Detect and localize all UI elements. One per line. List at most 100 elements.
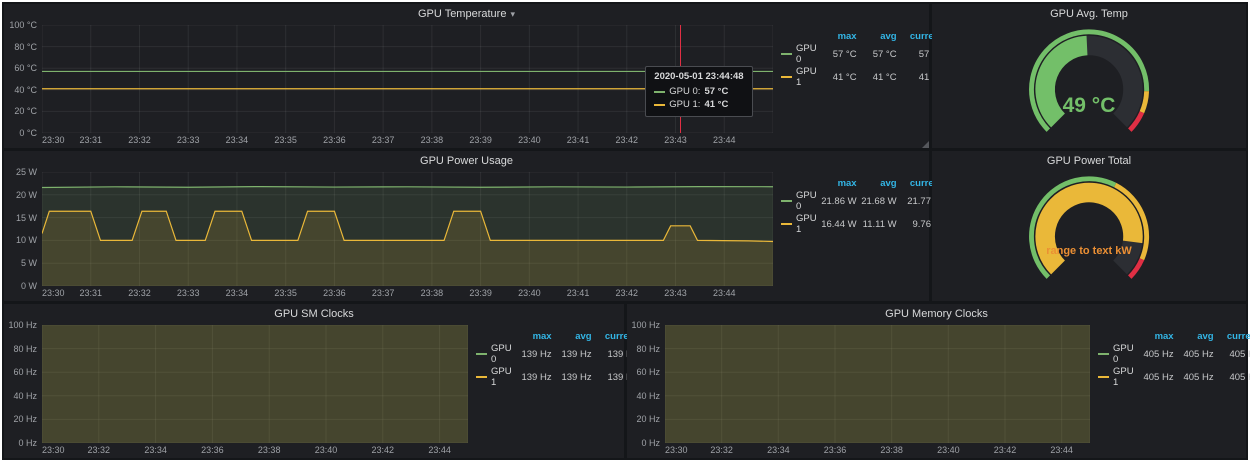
- plot-area[interactable]: 2020-05-01 23:44:48 GPU 0:57 °CGPU 1:41 …: [42, 25, 773, 133]
- x-axis-label: 23:36: [323, 135, 346, 145]
- legend-value: 405 Hz: [1174, 372, 1214, 383]
- y-axis-label: 40 Hz: [13, 391, 37, 401]
- dashboard-row-3: GPU SM Clocks 100 Hz80 Hz60 Hz40 Hz20 Hz…: [4, 304, 1246, 458]
- x-axis-label: 23:38: [880, 445, 903, 455]
- x-axis-label: 23:44: [713, 135, 736, 145]
- legend-header-avg[interactable]: avg: [552, 331, 592, 342]
- chart-canvas: [42, 172, 773, 286]
- panel-title-text: GPU Avg. Temp: [1050, 8, 1128, 20]
- x-axis-label: 23:32: [88, 445, 111, 455]
- x-axis-label: 23:40: [937, 445, 960, 455]
- y-axis-label: 0 W: [21, 281, 37, 291]
- x-axis-label: 23:34: [767, 445, 790, 455]
- legend-value: 139 Hz: [552, 372, 592, 383]
- y-axis-label: 20 Hz: [13, 414, 37, 424]
- legend-series-name[interactable]: GPU 1: [781, 66, 817, 88]
- legend-header-max[interactable]: max: [512, 331, 552, 342]
- legend-value: 405 Hz: [1214, 372, 1250, 383]
- y-axis-label: 60 Hz: [636, 367, 660, 377]
- x-axis-label: 23:42: [616, 288, 639, 298]
- panel-title-gpu-power-total[interactable]: GPU Power Total: [932, 151, 1246, 170]
- y-axis-label: 25 W: [16, 167, 37, 177]
- legend-series-name[interactable]: GPU 1: [1098, 366, 1134, 388]
- y-axis-label: 20 Hz: [636, 414, 660, 424]
- panel-gpu-power-total: GPU Power Total range to text kW: [932, 151, 1246, 301]
- x-axis: 23:3023:3223:3423:3623:3823:4023:4223:44: [42, 443, 468, 456]
- series-color-indicator: [654, 104, 665, 106]
- x-axis-label: 23:30: [665, 445, 688, 455]
- legend-header-max[interactable]: max: [817, 178, 857, 189]
- x-axis-label: 23:41: [567, 288, 590, 298]
- legend-value: 41 °C: [857, 72, 897, 83]
- panel-gpu-temperature: GPU Temperature ▾ 100 °C80 °C60 °C40 °C2…: [4, 4, 929, 148]
- chart-zone: 100 °C80 °C60 °C40 °C20 °C0 °C 2020-05-0…: [8, 25, 773, 146]
- panel-body: 100 Hz80 Hz60 Hz40 Hz20 Hz0 Hz 23:3023:3…: [4, 323, 624, 458]
- plot-area[interactable]: [665, 325, 1090, 443]
- legend-header-avg[interactable]: avg: [857, 31, 897, 42]
- y-axis-label: 0 Hz: [18, 438, 37, 448]
- legend-series-name[interactable]: GPU 1: [476, 366, 512, 388]
- legend-value: 41 °C: [817, 72, 857, 83]
- panel-title-gpu-sm-clocks[interactable]: GPU SM Clocks: [4, 304, 624, 323]
- legend-header-max[interactable]: max: [1134, 331, 1174, 342]
- gauge-arc: [1011, 172, 1167, 293]
- series-color-indicator: [1098, 376, 1109, 378]
- legend-series-label: GPU 1: [491, 366, 512, 388]
- y-axis-label: 0 °C: [19, 128, 37, 138]
- panel-body: 100 Hz80 Hz60 Hz40 Hz20 Hz0 Hz 23:30 23:3…: [627, 323, 1246, 458]
- y-axis-label: 20 °C: [14, 106, 37, 116]
- legend-header-current[interactable]: current: [1214, 331, 1250, 342]
- panel-title-gpu-power-usage[interactable]: GPU Power Usage: [4, 151, 929, 170]
- chart-zone: 100 Hz80 Hz60 Hz40 Hz20 Hz0 Hz 23:30 23:3…: [631, 325, 1090, 456]
- legend: maxavgcurrentGPU 0139 Hz139 Hz139 HzGPU …: [468, 325, 618, 456]
- tooltip-series-value: 41 °C: [704, 98, 728, 111]
- y-axis-label: 100 Hz: [631, 320, 660, 330]
- gauge-gpu-avg-temp: 49 °C: [932, 23, 1246, 148]
- legend-series-name[interactable]: GPU 0: [781, 190, 817, 212]
- gauge-gpu-power-total: range to text kW: [932, 170, 1246, 301]
- legend-header-max[interactable]: max: [817, 31, 857, 42]
- legend: maxavgcurrentGPU 057 °C57 °C57 °CGPU 141…: [773, 25, 923, 146]
- y-axis-label: 80 °C: [14, 42, 37, 52]
- x-axis-label: 23:44: [713, 288, 736, 298]
- legend-value: 21.86 W: [817, 196, 857, 207]
- panel-resize-handle[interactable]: [922, 141, 929, 148]
- panel-title-gpu-temperature[interactable]: GPU Temperature ▾: [4, 4, 929, 23]
- panel-title-gpu-memory-clocks[interactable]: GPU Memory Clocks: [627, 304, 1246, 323]
- plot-area[interactable]: [42, 172, 773, 286]
- x-axis-label: 23:34: [226, 288, 249, 298]
- panel-gpu-power-usage: GPU Power Usage 25 W20 W15 W10 W5 W0 W 2…: [4, 151, 929, 301]
- plot-area[interactable]: [42, 325, 468, 443]
- y-axis: 100 Hz80 Hz60 Hz40 Hz20 Hz0 Hz: [631, 325, 665, 443]
- tooltip-row: GPU 1: 41 °C: [654, 98, 743, 111]
- x-axis-label: 23:41: [567, 135, 590, 145]
- chart-tooltip: 2020-05-01 23:44:48 GPU 0:57 °CGPU 1:41 …: [645, 66, 752, 117]
- legend: maxavgcurrentGPU 0405 Hz405 Hz405 HzGPU …: [1090, 325, 1240, 456]
- panel-title-text: GPU Power Usage: [420, 155, 513, 167]
- legend-value: 405 Hz: [1174, 349, 1214, 360]
- y-axis: 100 Hz80 Hz60 Hz40 Hz20 Hz0 Hz: [8, 325, 42, 443]
- chart-zone: 25 W20 W15 W10 W5 W0 W 23:3023:3123:3223…: [8, 172, 773, 299]
- x-axis-label: 23:37: [372, 288, 395, 298]
- grafana-dashboard: GPU Temperature ▾ 100 °C80 °C60 °C40 °C2…: [2, 2, 1248, 460]
- tooltip-rows: GPU 0:57 °CGPU 1:41 °C: [654, 85, 743, 111]
- gauge-value: 49 °C: [932, 94, 1246, 118]
- legend-series-name[interactable]: GPU 0: [781, 43, 817, 65]
- x-axis-label: 23:44: [1050, 445, 1073, 455]
- x-axis-label: 23:34: [144, 445, 167, 455]
- x-axis-label: 23:36: [824, 445, 847, 455]
- legend-header-avg[interactable]: avg: [857, 178, 897, 189]
- legend-header-avg[interactable]: avg: [1174, 331, 1214, 342]
- x-axis-label: 23:32: [128, 288, 151, 298]
- legend-series-name[interactable]: GPU 1: [781, 213, 817, 235]
- legend-value: 21.68 W: [857, 196, 897, 207]
- panel-title-gpu-avg-temp[interactable]: GPU Avg. Temp: [932, 4, 1246, 23]
- tooltip-series-name: GPU 1:: [669, 98, 700, 111]
- legend-series-label: GPU 0: [796, 190, 817, 212]
- panel-gpu-memory-clocks: GPU Memory Clocks 100 Hz80 Hz60 Hz40 Hz2…: [627, 304, 1246, 458]
- dashboard-row-1: GPU Temperature ▾ 100 °C80 °C60 °C40 °C2…: [4, 4, 1246, 148]
- x-axis-label: 23:33: [177, 135, 200, 145]
- legend-series-name[interactable]: GPU 0: [1098, 343, 1134, 365]
- legend-series-name[interactable]: GPU 0: [476, 343, 512, 365]
- x-axis-label: 23:38: [421, 135, 444, 145]
